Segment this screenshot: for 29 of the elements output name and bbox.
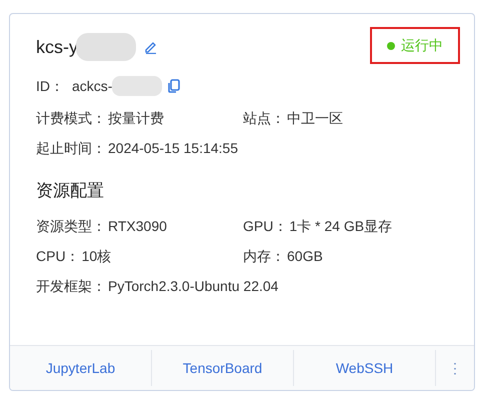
field-value: 2024-05-15 15:14:55 <box>108 138 238 158</box>
field-value: 中卫一区 <box>287 108 343 128</box>
field-value: ackcs- <box>72 76 112 96</box>
status-text: 运行中 <box>401 36 443 55</box>
field-value: 按量计费 <box>108 108 164 128</box>
field-label: GPU： <box>243 216 288 236</box>
field-label: 开发框架： <box>36 276 106 296</box>
field-value: 10核 <box>82 246 112 266</box>
section-title: 资源配置 <box>36 180 105 202</box>
field-label: 起止时间： <box>36 138 106 158</box>
more-button[interactable]: ⋮ <box>436 352 474 384</box>
field-label: 资源类型： <box>36 216 106 236</box>
field-label: 计费模式： <box>36 108 106 128</box>
field-label: 站点： <box>243 108 285 128</box>
field-value: 1卡 * 24 GB显存 <box>289 216 392 236</box>
instance-name: kcs-y <box>36 36 78 59</box>
redaction-mark <box>112 76 162 96</box>
field-label: CPU： <box>36 246 80 266</box>
field-value: RTX3090 <box>108 216 167 236</box>
copy-icon[interactable] <box>168 79 180 93</box>
field-label: ID： <box>36 76 64 96</box>
field-value: 60GB <box>287 246 323 266</box>
edit-icon[interactable] <box>144 40 158 54</box>
action-link[interactable]: WebSSH <box>294 352 435 384</box>
redaction-mark <box>76 33 136 61</box>
action-link[interactable]: JupyterLab <box>10 352 151 384</box>
action-link[interactable]: TensorBoard <box>152 352 293 384</box>
field-value: PyTorch2.3.0-Ubuntu 22.04 <box>108 276 278 296</box>
field-label: 内存： <box>243 246 285 266</box>
